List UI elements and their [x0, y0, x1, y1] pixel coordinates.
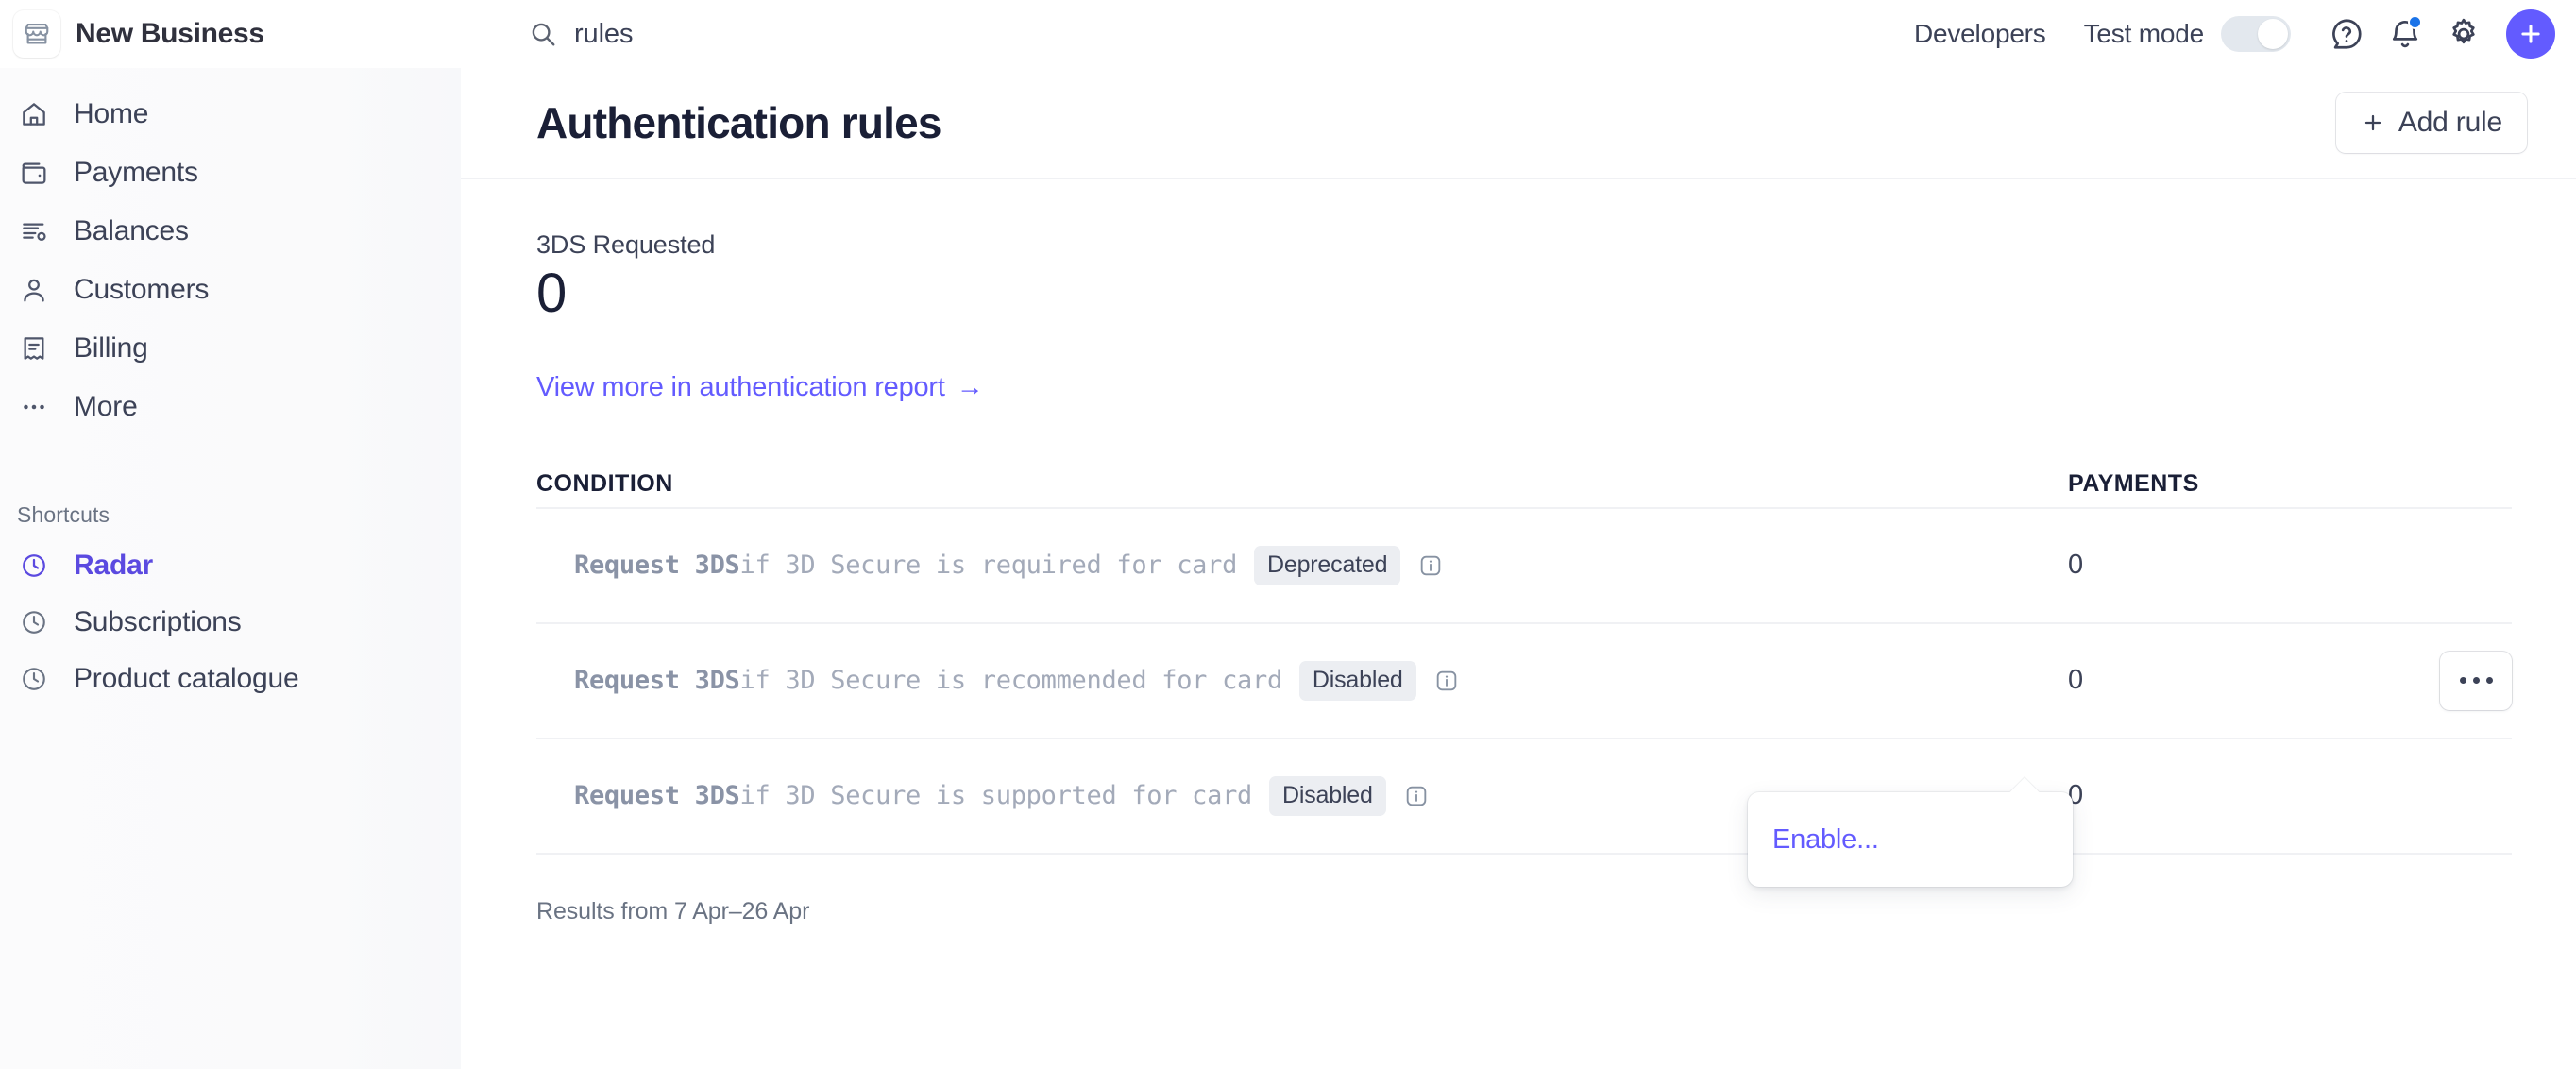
create-button[interactable] — [2506, 9, 2555, 59]
top-bar-actions: Developers Test mode — [1893, 0, 2555, 68]
sidebar-item-label: Billing — [74, 332, 148, 364]
link-label: View more in authentication report — [536, 371, 945, 402]
sidebar: Home Payments Balances Customers Billing… — [0, 68, 461, 1069]
receipt-icon — [17, 333, 51, 364]
metric-value: 0 — [536, 263, 567, 324]
payments-count: 0 — [2068, 550, 2084, 581]
sidebar-nav: Home Payments Balances Customers Billing… — [0, 68, 461, 436]
storefront-icon — [13, 10, 60, 58]
sidebar-item-label: Payments — [74, 157, 198, 188]
ellipsis-icon — [2485, 677, 2493, 685]
column-header-payments: PAYMENTS — [2068, 469, 2199, 497]
toggle-knob — [2258, 19, 2288, 49]
column-header-condition: CONDITION — [536, 469, 673, 497]
sidebar-item-billing[interactable]: Billing — [0, 319, 461, 378]
sidebar-item-customers[interactable]: Customers — [0, 261, 461, 319]
status-badge: Disabled — [1269, 775, 1386, 816]
rule-action-text: Request 3DS — [574, 781, 740, 811]
search-box[interactable]: rules — [529, 19, 633, 50]
ellipsis-icon — [2472, 677, 2480, 685]
rule-action-text: Request 3DS — [574, 666, 740, 696]
rule-action-text: Request 3DS — [574, 551, 740, 581]
brand-name: New Business — [76, 18, 264, 49]
sidebar-item-radar[interactable]: Radar — [0, 537, 461, 594]
gear-icon[interactable] — [2434, 5, 2493, 63]
brand[interactable]: New Business — [0, 10, 448, 58]
plus-icon — [2361, 110, 2385, 135]
test-mode-toggle[interactable] — [2221, 16, 2291, 52]
table-row[interactable]: Request 3DS if 3D Secure is recommended … — [536, 624, 2512, 739]
clock-icon — [17, 608, 51, 636]
top-bar: New Business rules Developers Test mode — [0, 0, 2576, 68]
metric-card: 3DS Requested 0 View more in authenticat… — [461, 179, 2576, 403]
add-rule-button[interactable]: Add rule — [2335, 93, 2527, 153]
menu-item-enable[interactable]: Enable... — [1748, 824, 1879, 856]
page-title: Authentication rules — [536, 98, 942, 147]
rule-condition-text: if 3D Secure is recommended for card — [739, 666, 1283, 696]
arrow-right-icon: → — [956, 371, 984, 402]
bell-icon[interactable] — [2376, 5, 2434, 63]
metric-label: 3DS Requested — [536, 230, 716, 259]
sidebar-item-subscriptions[interactable]: Subscriptions — [0, 594, 461, 651]
search-input[interactable]: rules — [574, 19, 633, 50]
add-rule-label: Add rule — [2398, 107, 2502, 138]
person-icon — [17, 275, 51, 305]
rule-condition-text: if 3D Secure is required for card — [739, 551, 1238, 581]
rule-condition-text: if 3D Secure is supported for card — [739, 781, 1253, 811]
payments-count: 0 — [2068, 665, 2084, 696]
sidebar-item-home[interactable]: Home — [0, 85, 461, 144]
rule-condition-cell: Request 3DS if 3D Secure is recommended … — [536, 660, 2068, 701]
sidebar-item-label: Subscriptions — [74, 606, 242, 637]
sidebar-item-label: Product catalogue — [74, 663, 299, 694]
status-badge: Deprecated — [1254, 545, 1401, 585]
developers-link[interactable]: Developers — [1893, 19, 2067, 49]
help-circle-icon[interactable] — [2317, 5, 2376, 63]
row-actions — [2370, 651, 2512, 710]
balances-icon — [17, 216, 51, 246]
row-context-menu: Enable... — [1748, 792, 2073, 887]
shortcuts-heading: Shortcuts — [17, 502, 110, 527]
clock-icon — [17, 551, 51, 580]
payments-count: 0 — [2068, 780, 2084, 811]
ellipsis-icon — [2459, 677, 2466, 685]
info-icon[interactable] — [1403, 783, 1430, 809]
main-content: Authentication rules Add rule 3DS Reques… — [461, 68, 2576, 1069]
page-header: Authentication rules Add rule — [461, 68, 2576, 179]
sidebar-item-product-catalogue[interactable]: Product catalogue — [0, 651, 461, 707]
sidebar-item-balances[interactable]: Balances — [0, 202, 461, 261]
table-row[interactable]: Request 3DS if 3D Secure is required for… — [536, 509, 2512, 624]
view-authentication-report-link[interactable]: View more in authentication report → — [536, 372, 984, 403]
search-icon — [529, 20, 557, 48]
home-icon — [17, 99, 51, 129]
row-menu-button[interactable] — [2440, 651, 2512, 710]
wallet-icon — [17, 158, 51, 188]
sidebar-item-label: Radar — [74, 550, 154, 581]
results-range-note: Results from 7 Apr–26 Apr — [536, 897, 810, 925]
table-header-row: CONDITION PAYMENTS — [536, 456, 2512, 509]
sidebar-item-label: Balances — [74, 215, 189, 246]
test-mode-label: Test mode — [2083, 19, 2205, 48]
status-badge: Disabled — [1298, 660, 1416, 701]
rule-condition-cell: Request 3DS if 3D Secure is required for… — [536, 545, 2068, 585]
sidebar-item-label: Customers — [74, 274, 210, 305]
ellipsis-icon — [17, 392, 51, 422]
clock-icon — [17, 665, 51, 693]
sidebar-item-label: Home — [74, 98, 149, 129]
info-icon[interactable] — [1433, 668, 1460, 694]
sidebar-item-more[interactable]: More — [0, 378, 461, 436]
notification-dot — [2408, 15, 2422, 29]
table-row[interactable]: Request 3DS if 3D Secure is supported fo… — [536, 739, 2512, 855]
sidebar-item-payments[interactable]: Payments — [0, 144, 461, 202]
rules-table: CONDITION PAYMENTS Request 3DS if 3D Sec… — [461, 456, 2576, 855]
sidebar-item-label: More — [74, 391, 138, 422]
info-icon[interactable] — [1417, 552, 1444, 579]
